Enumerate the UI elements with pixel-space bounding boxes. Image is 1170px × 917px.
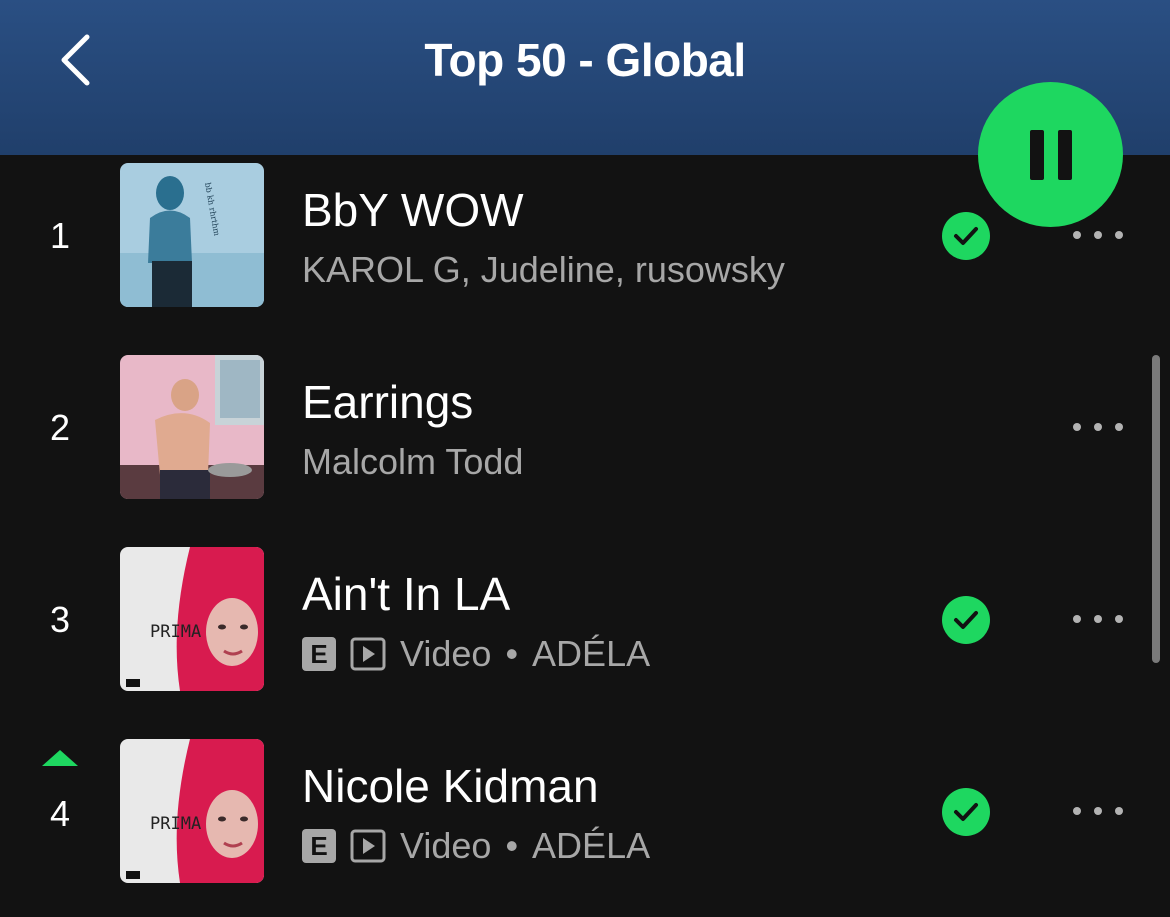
track-subtitle: KAROL G, Judeline, rusowsky — [302, 249, 785, 291]
explicit-badge: E — [302, 637, 336, 671]
saved-check-button[interactable] — [942, 212, 990, 260]
track-artists: Malcolm Todd — [302, 441, 524, 482]
track-title: BbY WOW — [302, 184, 524, 236]
more-icon-dot — [1115, 615, 1123, 623]
more-icon-dot — [1094, 615, 1102, 623]
track-title: Earrings — [302, 376, 474, 428]
pause-button[interactable] — [978, 82, 1123, 227]
track-artists: ADÉLA — [532, 825, 651, 866]
more-options-button[interactable] — [1068, 799, 1128, 823]
album-cover: PRIMA — [120, 547, 264, 691]
track-row-3[interactable]: 3 PRIMA Ain't In LA E Video • ADÉLA — [0, 539, 1170, 699]
album-cover: PRIMA — [120, 739, 264, 883]
video-label: Video — [400, 825, 492, 866]
track-row-4[interactable]: 4 PRIMA Nicole Kidman E Video • ADÉLA — [0, 731, 1170, 891]
more-icon-dot — [1115, 807, 1123, 815]
track-rank: 1 — [49, 215, 71, 256]
explicit-badge: E — [302, 829, 336, 863]
track-artists: ADÉLA — [532, 633, 651, 674]
saved-check-button[interactable] — [942, 596, 990, 644]
check-icon — [954, 227, 978, 245]
video-label: Video — [400, 633, 492, 674]
check-icon — [954, 611, 978, 629]
more-icon-dot — [1073, 615, 1081, 623]
separator: • — [505, 825, 519, 866]
album-cover — [120, 355, 264, 499]
check-icon — [954, 803, 978, 821]
track-rank: 4 — [49, 793, 71, 834]
video-icon — [350, 637, 386, 671]
track-title: Ain't In LA — [302, 568, 511, 620]
cover-text: PRIMA — [150, 814, 201, 834]
cover-text: PRIMA — [150, 622, 201, 642]
more-icon-dot — [1094, 807, 1102, 815]
more-options-button[interactable] — [1068, 415, 1128, 439]
trend-up-icon — [42, 750, 78, 766]
track-rank: 2 — [49, 407, 71, 448]
track-row-2[interactable]: 2 Earrings Malcolm Todd — [0, 347, 1170, 507]
video-icon — [350, 829, 386, 863]
more-icon-dot — [1073, 807, 1081, 815]
track-artists: KAROL G, Judeline, rusowsky — [302, 249, 785, 290]
track-subtitle: Malcolm Todd — [302, 441, 523, 483]
more-options-button[interactable] — [1068, 223, 1128, 247]
saved-check-button[interactable] — [942, 788, 990, 836]
pause-icon-bar-left — [1029, 129, 1044, 180]
track-subtitle: E Video • ADÉLA — [302, 633, 650, 675]
track-rank: 3 — [49, 599, 71, 640]
album-cover: bb kh rhrthm — [120, 163, 264, 307]
more-options-button[interactable] — [1068, 607, 1128, 631]
page-title: Top 50 - Global — [424, 34, 746, 86]
more-icon-dot — [1115, 231, 1123, 239]
scrollbar[interactable] — [1152, 355, 1160, 663]
more-icon-dot — [1073, 231, 1081, 239]
separator: • — [505, 633, 519, 674]
more-icon-dot — [1094, 231, 1102, 239]
track-subtitle: E Video • ADÉLA — [302, 825, 650, 867]
more-icon-dot — [1115, 423, 1123, 431]
track-title: Nicole Kidman — [302, 760, 599, 812]
pause-icon-bar-right — [1057, 129, 1072, 180]
more-icon-dot — [1094, 423, 1102, 431]
more-icon-dot — [1073, 423, 1081, 431]
